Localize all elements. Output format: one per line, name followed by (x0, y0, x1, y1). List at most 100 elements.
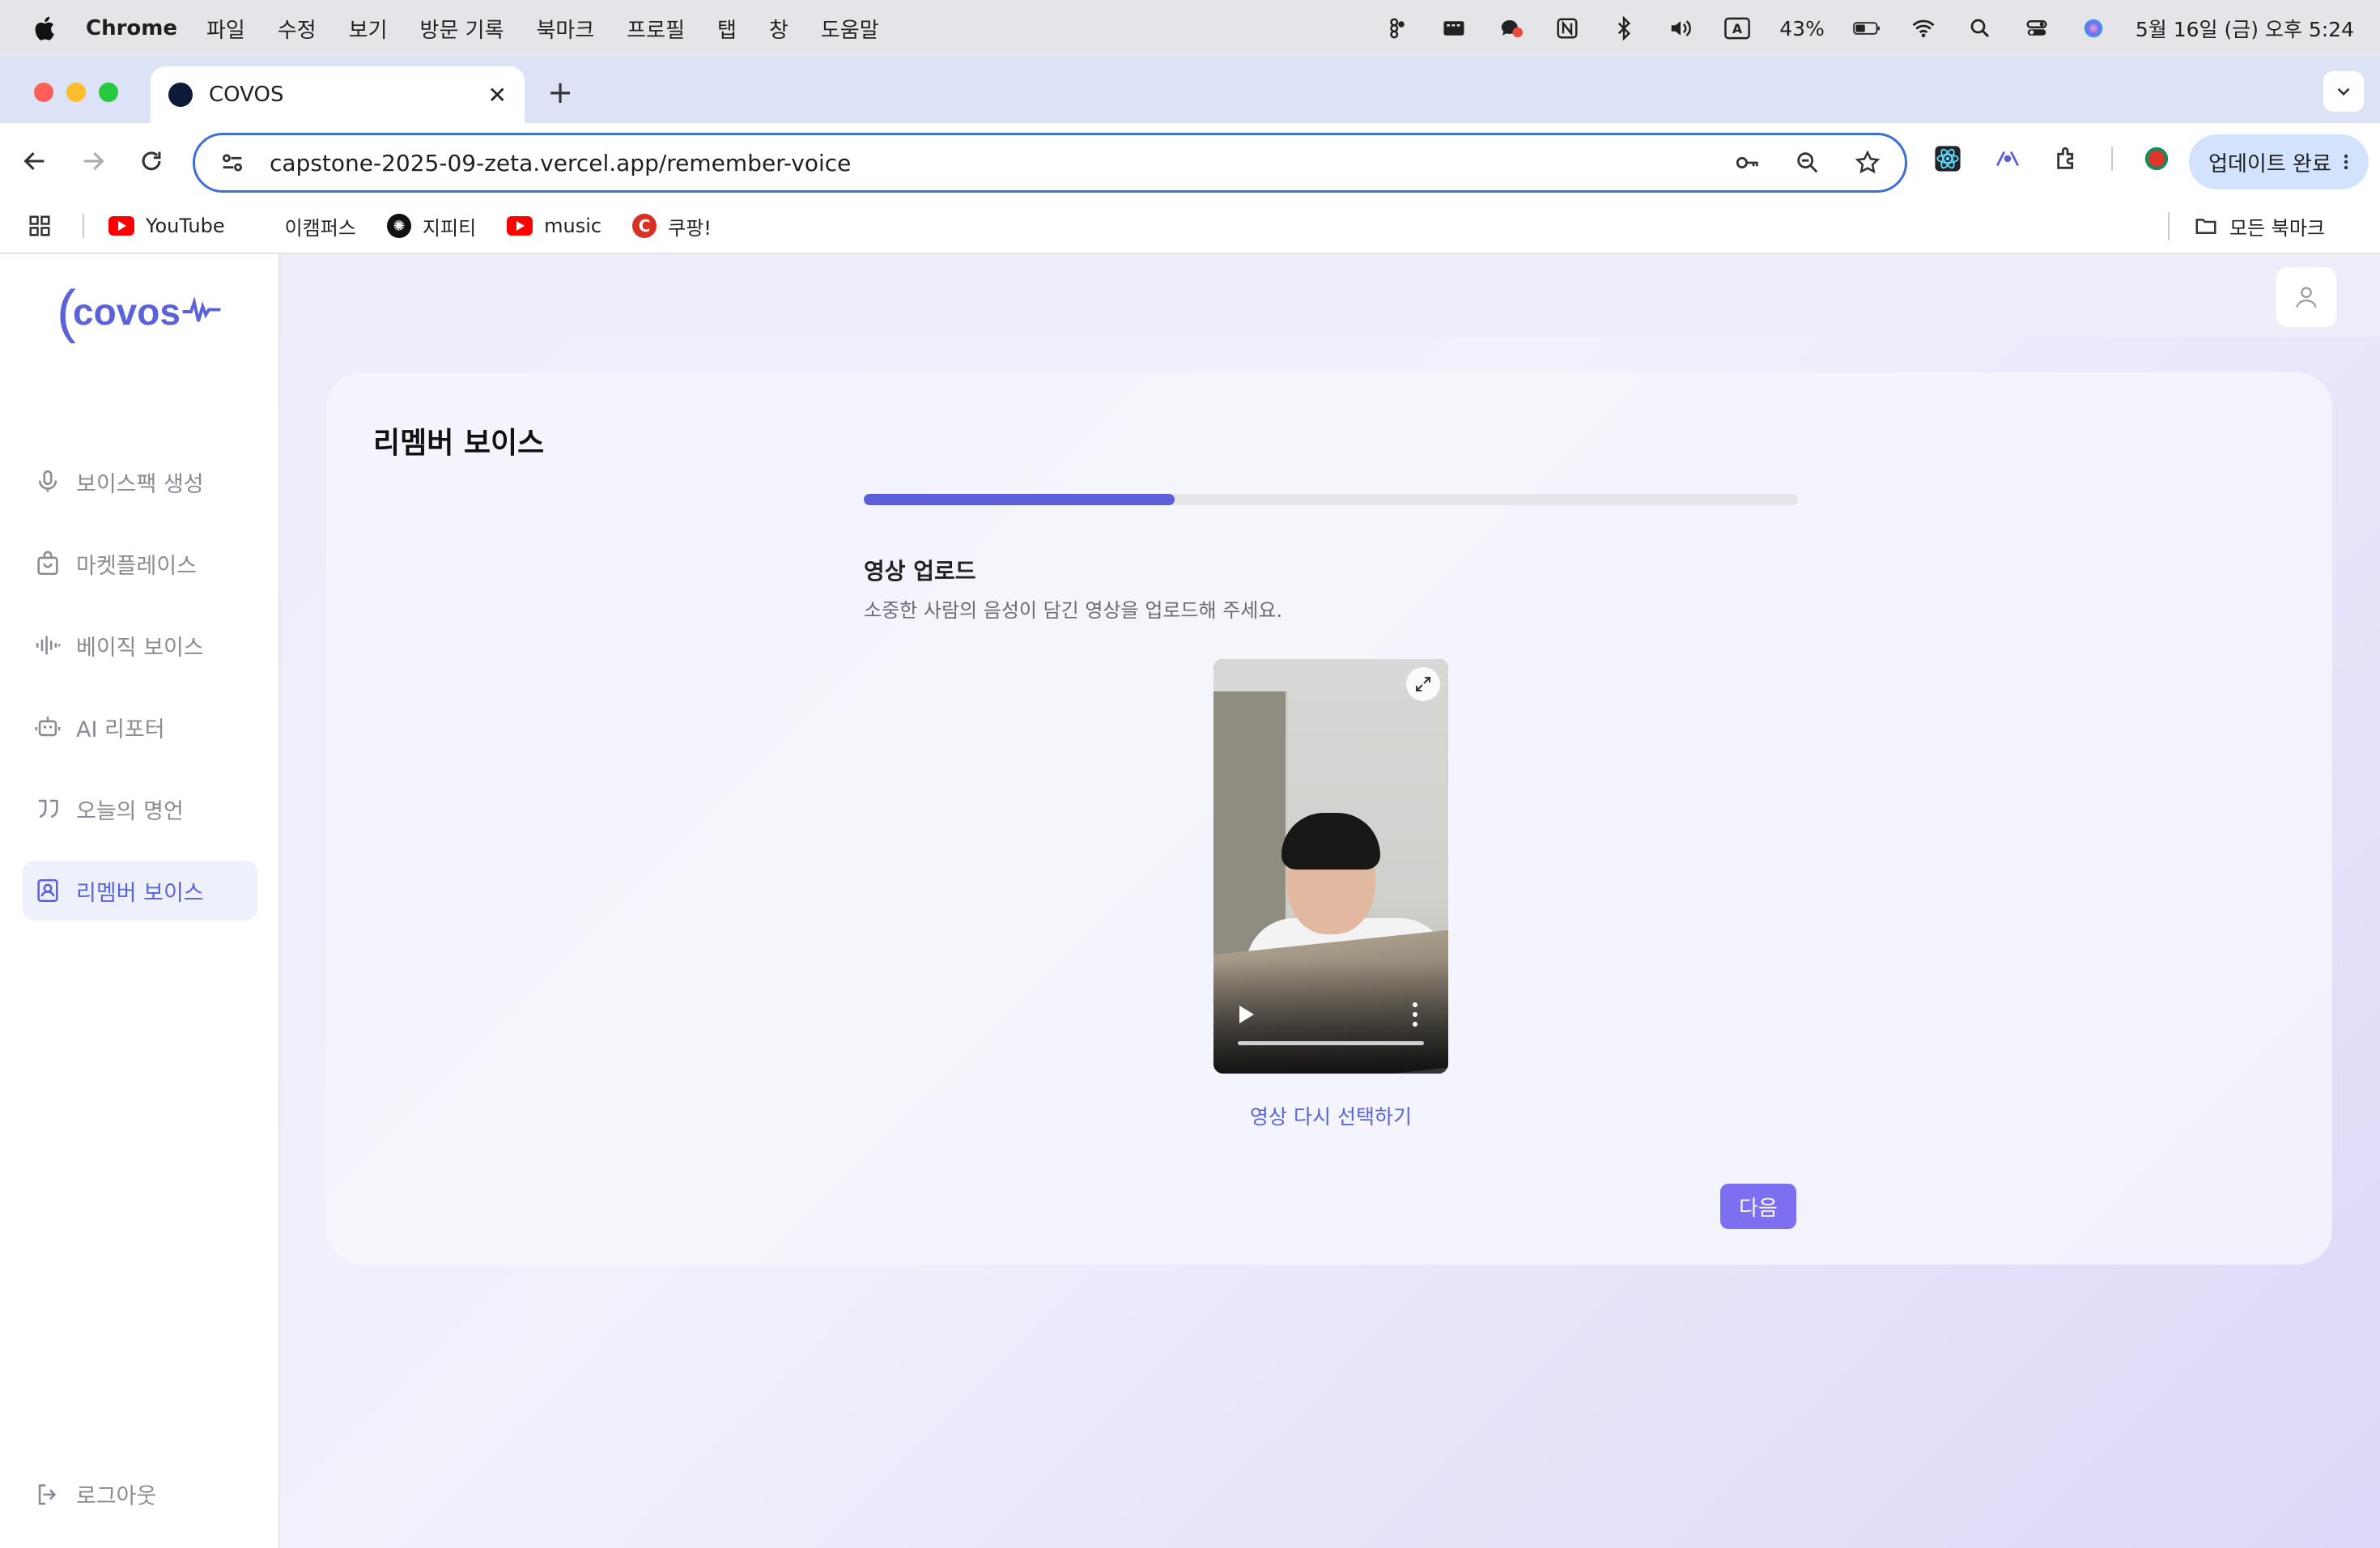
menu-view[interactable]: 보기 (349, 14, 388, 44)
bookmark-star-icon[interactable] (1851, 147, 1884, 179)
tab-search-button[interactable] (2323, 71, 2364, 112)
step-description: 소중한 사람의 음성이 담긴 영상을 업로드해 주세요. (864, 599, 1283, 622)
menu-bookmarks[interactable]: 북마크 (537, 14, 595, 44)
web-page: ( covos 보이스팩 생성 마켓플레이스 베이직 보이스 AI 리포터 오늘… (0, 254, 2380, 1548)
video-more-button[interactable] (1413, 1002, 1419, 1027)
covos-logo[interactable]: ( covos (57, 279, 223, 345)
update-complete-label: 업데이트 완료 (2208, 151, 2331, 176)
robot-icon (35, 717, 61, 737)
menu-history[interactable]: 방문 기록 (420, 14, 504, 44)
window-minimize-button[interactable] (66, 83, 86, 102)
zoom-icon[interactable] (1791, 147, 1824, 179)
tab-close-icon[interactable]: ✕ (488, 82, 507, 108)
notion-icon[interactable] (1553, 16, 1582, 40)
apps-grid-button[interactable] (28, 214, 52, 238)
fullscreen-button[interactable] (1406, 667, 1440, 701)
more-vertical-icon (2344, 154, 2348, 170)
window-close-button[interactable] (34, 83, 53, 102)
all-bookmarks-button[interactable]: 모든 북마크 (2167, 211, 2325, 240)
siri-icon[interactable] (2079, 16, 2108, 40)
bookmark-chatgpt[interactable]: ✺ 지피티 (386, 212, 476, 240)
reselect-video-link[interactable]: 영상 다시 선택하기 (1213, 1101, 1448, 1130)
password-key-icon[interactable] (1732, 147, 1764, 179)
sidebar-item-marketplace[interactable]: 마켓플레이스 (23, 534, 257, 593)
sidebar-item-remember-voice[interactable]: 리멤버 보이스 (23, 861, 257, 921)
figma-icon[interactable] (1383, 16, 1412, 40)
logout-label: 로그아웃 (76, 1484, 157, 1509)
chatgpt-icon: ✺ (386, 214, 411, 238)
contact-book-icon (37, 878, 58, 903)
user-profile-button[interactable] (2276, 267, 2336, 327)
bookmark-youtube[interactable]: YouTube (108, 215, 225, 237)
arrow-left-icon (23, 151, 45, 171)
battery-percent: 43% (1779, 16, 1825, 40)
reload-icon (142, 151, 161, 171)
wifi-icon[interactable] (1909, 16, 1938, 40)
bookmark-label: music (544, 215, 602, 237)
bookmark-music[interactable]: music (507, 215, 601, 237)
top-header (282, 254, 2380, 337)
profile-avatar-icon[interactable] (2140, 142, 2173, 175)
battery-icon[interactable] (1852, 16, 1881, 40)
sidebar-item-basic-voice[interactable]: 베이직 보이스 (23, 615, 257, 675)
forward-button[interactable] (74, 142, 112, 180)
video-scrubber[interactable] (1238, 1041, 1424, 1045)
url-text[interactable]: capstone-2025-09-zeta.vercel.app/remembe… (270, 150, 851, 176)
macos-menu-bar: Chrome 파일 수정 보기 방문 기록 북마크 프로필 탭 창 도움말 A … (0, 0, 2380, 57)
sidebar-item-label: 리멤버 보이스 (76, 880, 204, 906)
update-complete-button[interactable]: 업데이트 완료 (2189, 134, 2369, 189)
bookmark-ecampus[interactable]: 이캠퍼스 (285, 212, 356, 240)
volume-icon[interactable] (1666, 16, 1695, 40)
window-zoom-button[interactable] (99, 83, 118, 102)
menu-app-name[interactable]: Chrome (86, 16, 177, 40)
chat-icon[interactable] (1496, 16, 1525, 40)
arrow-right-icon (83, 151, 104, 171)
play-button[interactable] (1239, 1006, 1254, 1023)
menu-help[interactable]: 도움말 (821, 14, 879, 44)
menu-file[interactable]: 파일 (206, 14, 245, 44)
extensions-puzzle-icon[interactable] (2051, 142, 2084, 175)
screen-icon[interactable] (1439, 16, 1468, 40)
menu-profiles[interactable]: 프로필 (627, 14, 685, 44)
spotlight-icon[interactable] (1966, 16, 1995, 40)
sidebar-item-ai-reporter[interactable]: AI 리포터 (23, 697, 257, 757)
toolbar-divider (2111, 147, 2113, 171)
apple-icon[interactable] (29, 12, 58, 45)
bookmark-coupang[interactable]: C 쿠팡! (632, 212, 712, 240)
input-source-icon[interactable]: A (1723, 16, 1752, 40)
reload-button[interactable] (133, 142, 170, 180)
menu-tab[interactable]: 탭 (717, 14, 737, 44)
control-center-icon[interactable] (2022, 16, 2051, 40)
expand-icon (1416, 677, 1430, 691)
step-progress-bar (864, 494, 1798, 505)
chrome-tab-strip: COVOS ✕ + (0, 57, 2380, 123)
sidebar-nav: 보이스팩 생성 마켓플레이스 베이직 보이스 AI 리포터 오늘의 명언 리멤버… (23, 452, 257, 942)
menu-window[interactable]: 창 (769, 14, 788, 44)
input-source-label: A (1732, 21, 1743, 36)
address-bar[interactable]: capstone-2025-09-zeta.vercel.app/remembe… (193, 133, 1907, 193)
react-devtools-icon[interactable] (1932, 142, 1964, 175)
menu-bar-clock[interactable]: 5월 16일 (금) 오후 5:24 (2136, 14, 2354, 43)
radar-extension-icon[interactable] (1991, 142, 2024, 175)
back-button[interactable] (16, 142, 53, 180)
sidebar-item-label: 보이스팩 생성 (76, 471, 204, 497)
tab-covos[interactable]: COVOS ✕ (151, 66, 525, 123)
logout-icon (38, 1483, 57, 1505)
menu-edit[interactable]: 수정 (278, 14, 317, 44)
step-progress-fill (864, 494, 1175, 505)
logout-button[interactable]: 로그아웃 (34, 1478, 156, 1510)
bluetooth-icon[interactable] (1609, 16, 1638, 40)
new-tab-button[interactable]: + (542, 74, 578, 110)
logo-text: covos (72, 291, 181, 333)
video-preview-player[interactable] (1213, 659, 1448, 1074)
sidebar-item-voicepack[interactable]: 보이스팩 생성 (23, 452, 257, 512)
next-button[interactable]: 다음 (1720, 1184, 1796, 1229)
logo-waveform-icon (182, 296, 221, 322)
microphone-icon (38, 470, 57, 492)
site-info-icon[interactable] (216, 147, 249, 179)
tab-title: COVOS (209, 83, 284, 107)
sidebar-item-daily-quote[interactable]: 오늘의 명언 (23, 779, 257, 839)
menu-bar-status-area: A 43% 5월 16일 (금) 오후 5:24 (1383, 0, 2354, 57)
bookmark-label: 이캠퍼스 (284, 216, 356, 240)
chrome-toolbar: capstone-2025-09-zeta.vercel.app/remembe… (0, 123, 2380, 199)
